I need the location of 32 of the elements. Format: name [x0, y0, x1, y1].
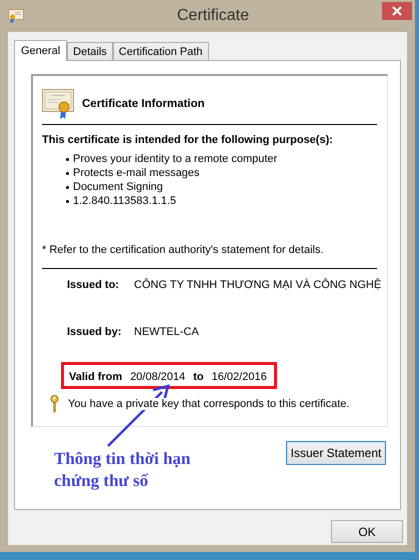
close-icon — [392, 6, 402, 16]
purpose-item: Protects e-mail messages — [73, 167, 200, 179]
bullet-icon — [66, 158, 69, 160]
bullet-icon — [66, 186, 69, 188]
tab[interactable]: Details — [67, 42, 113, 60]
tab[interactable]: Certification Path — [112, 42, 209, 60]
ok-button[interactable]: OK — [331, 520, 403, 543]
field-label: Issued by: — [67, 325, 122, 339]
section-heading: Certificate Information — [82, 98, 205, 110]
field-value: NEWTEL-CA — [134, 325, 199, 339]
purpose-item: Document Signing — [73, 181, 163, 193]
field-label: to — [193, 370, 204, 384]
tab[interactable]: General — [14, 40, 68, 61]
field-value: CÔNG TY TNHH THƯƠNG MẠI VÀ CÔNG NGHỆ — [134, 278, 382, 292]
certificate-icon — [8, 9, 24, 23]
purpose-item: Proves your identity to a remote computer — [73, 153, 278, 165]
field-label: Valid from — [69, 370, 122, 384]
date-value: 20/08/2014 — [130, 370, 186, 384]
date-value: 16/02/2016 — [212, 370, 267, 384]
certificate-icon — [42, 89, 74, 119]
bullet-icon — [66, 200, 69, 202]
note-text: * Refer to the certification authority's statement for details. — [42, 243, 325, 257]
issuer-statement-button[interactable]: Issuer Statement — [286, 441, 386, 465]
field-label: Issued to: — [67, 278, 120, 292]
key-icon — [50, 395, 59, 413]
window-title: Certificate — [176, 7, 250, 25]
private-key-note: You have a private key that corresponds to this certificate. — [68, 398, 350, 410]
purpose-heading: This certificate is intended for the following purpose(s): — [42, 133, 334, 147]
purpose-item: 1.2.840.113583.1.1.5 — [73, 195, 176, 207]
close-button[interactable] — [382, 2, 412, 20]
annotation-text: Thông tin thời hạn chứng thư số — [54, 448, 190, 492]
bullet-icon — [66, 172, 69, 174]
